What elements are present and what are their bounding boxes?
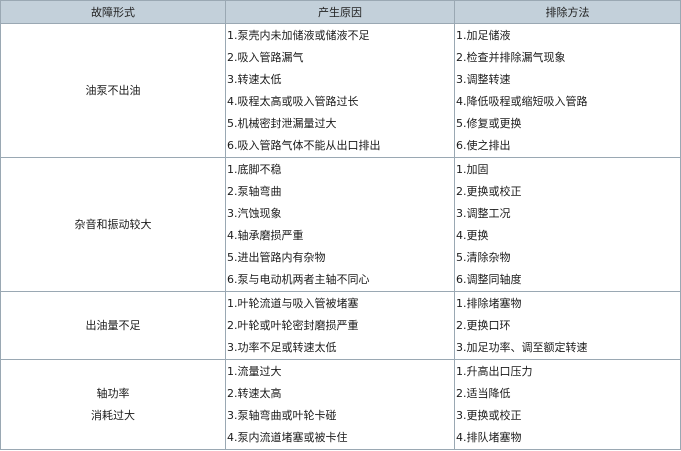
header-fault-type: 故障形式: [0, 0, 226, 24]
fault-symptom: 杂音和振动较大: [74, 217, 152, 231]
remedy-item: 1.加足储液: [456, 29, 511, 42]
fault-symptom: 油泵不出油: [85, 83, 141, 97]
remedy-item: 5.清除杂物: [456, 251, 511, 264]
remedy-item: 2.更换或校正: [456, 185, 522, 198]
remedy-item: 2.检查并排除漏气现象: [456, 51, 566, 64]
cause-item: 3.汽蚀现象: [227, 207, 282, 220]
remedy-item: 3.加足功率、调至额定转速: [456, 341, 588, 354]
cause-item: 5.机械密封泄漏量过大: [227, 117, 337, 130]
cause-list: 1.泵壳内未加储液或储液不足 2.吸入管路漏气 3.转速太低 4.吸程太高或吸入管路过…: [225, 23, 455, 158]
remedy-item: 1.加固: [456, 163, 489, 176]
remedy-item: 1.升高出口压力: [456, 365, 533, 378]
cause-item: 6.泵与电动机两者主轴不同心: [227, 273, 370, 286]
remedy-list: 1.升高出口压力 2.适当降低 3.更换或校正 4.排队堵塞物: [454, 359, 681, 450]
cause-item: 4.轴承磨损严重: [227, 229, 304, 242]
cause-item: 1.底脚不稳: [227, 163, 282, 176]
fault-symptom-cell: 轴功率 消耗过大: [0, 359, 226, 450]
remedy-item: 5.修复或更换: [456, 117, 522, 130]
remedy-item: 4.降低吸程或缩短吸入管路: [456, 95, 588, 108]
remedy-item: 3.更换或校正: [456, 409, 522, 422]
table-row: 出油量不足 1.叶轮流道与吸入管被堵塞 2.叶轮或叶轮密封磨损严重 3.功率不足或转速…: [0, 291, 681, 360]
remedy-item: 6.调整同轴度: [456, 273, 522, 286]
remedy-item: 1.排除堵塞物: [456, 297, 522, 310]
remedy-item: 2.更换口环: [456, 319, 511, 332]
fault-symptom: 轴功率: [96, 386, 130, 400]
cause-item: 1.流量过大: [227, 365, 282, 378]
cause-item: 2.吸入管路漏气: [227, 51, 304, 64]
fault-symptom: 消耗过大: [91, 408, 135, 422]
cause-item: 4.吸程太高或吸入管路过长: [227, 95, 359, 108]
fault-table: 故障形式 产生原因 排除方法 油泵不出油 1.泵壳内未加储液或储液不足 2.吸入管路…: [0, 0, 681, 450]
remedy-list: 1.排除堵塞物 2.更换口环 3.加足功率、调至额定转速: [454, 291, 681, 360]
cause-item: 3.泵轴弯曲或叶轮卡碰: [227, 409, 337, 422]
remedy-item: 4.更换: [456, 229, 489, 242]
cause-item: 6.吸入管路气体不能从出口排出: [227, 139, 381, 152]
cause-item: 2.转速太高: [227, 387, 282, 400]
table-body: 油泵不出油 1.泵壳内未加储液或储液不足 2.吸入管路漏气 3.转速太低 4.吸程太高或…: [0, 23, 681, 450]
remedy-item: 4.排队堵塞物: [456, 431, 522, 444]
cause-item: 5.进出管路内有杂物: [227, 251, 326, 264]
header-row: 故障形式 产生原因 排除方法: [0, 0, 681, 24]
remedy-list: 1.加足储液 2.检查并排除漏气现象 3.调整转速 4.降低吸程或缩短吸入管路 5.修复…: [454, 23, 681, 158]
cause-item: 3.转速太低: [227, 73, 282, 86]
cause-item: 3.功率不足或转速太低: [227, 341, 337, 354]
fault-symptom-cell: 出油量不足: [0, 291, 226, 360]
remedy-item: 3.调整转速: [456, 73, 511, 86]
remedy-item: 2.适当降低: [456, 387, 511, 400]
table-row: 轴功率 消耗过大 1.流量过大 2.转速太高 3.泵轴弯曲或叶轮卡碰 4.泵内流道堵塞或被…: [0, 359, 681, 450]
cause-item: 1.泵壳内未加储液或储液不足: [227, 29, 370, 42]
remedy-item: 3.调整工况: [456, 207, 511, 220]
table-row: 杂音和振动较大 1.底脚不稳 2.泵轴弯曲 3.汽蚀现象 4.轴承磨损严重 5.进出管路内…: [0, 157, 681, 292]
cause-item: 2.泵轴弯曲: [227, 185, 282, 198]
cause-item: 2.叶轮或叶轮密封磨损严重: [227, 319, 359, 332]
table-header: 故障形式 产生原因 排除方法: [0, 0, 681, 24]
remedy-list: 1.加固 2.更换或校正 3.调整工况 4.更换 5.清除杂物 6.调整同轴度: [454, 157, 681, 292]
fault-symptom-cell: 油泵不出油: [0, 23, 226, 158]
header-cause: 产生原因: [225, 0, 455, 24]
cause-list: 1.流量过大 2.转速太高 3.泵轴弯曲或叶轮卡碰 4.泵内流道堵塞或被卡住: [225, 359, 455, 450]
cause-item: 1.叶轮流道与吸入管被堵塞: [227, 297, 359, 310]
cause-item: 4.泵内流道堵塞或被卡住: [227, 431, 348, 444]
fault-symptom: 出油量不足: [85, 318, 141, 332]
header-remedy: 排除方法: [454, 0, 681, 24]
cause-list: 1.底脚不稳 2.泵轴弯曲 3.汽蚀现象 4.轴承磨损严重 5.进出管路内有杂物 6.泵与…: [225, 157, 455, 292]
cause-list: 1.叶轮流道与吸入管被堵塞 2.叶轮或叶轮密封磨损严重 3.功率不足或转速太低: [225, 291, 455, 360]
fault-symptom-cell: 杂音和振动较大: [0, 157, 226, 292]
remedy-item: 6.使之排出: [456, 139, 511, 152]
table-row: 油泵不出油 1.泵壳内未加储液或储液不足 2.吸入管路漏气 3.转速太低 4.吸程太高或…: [0, 23, 681, 158]
